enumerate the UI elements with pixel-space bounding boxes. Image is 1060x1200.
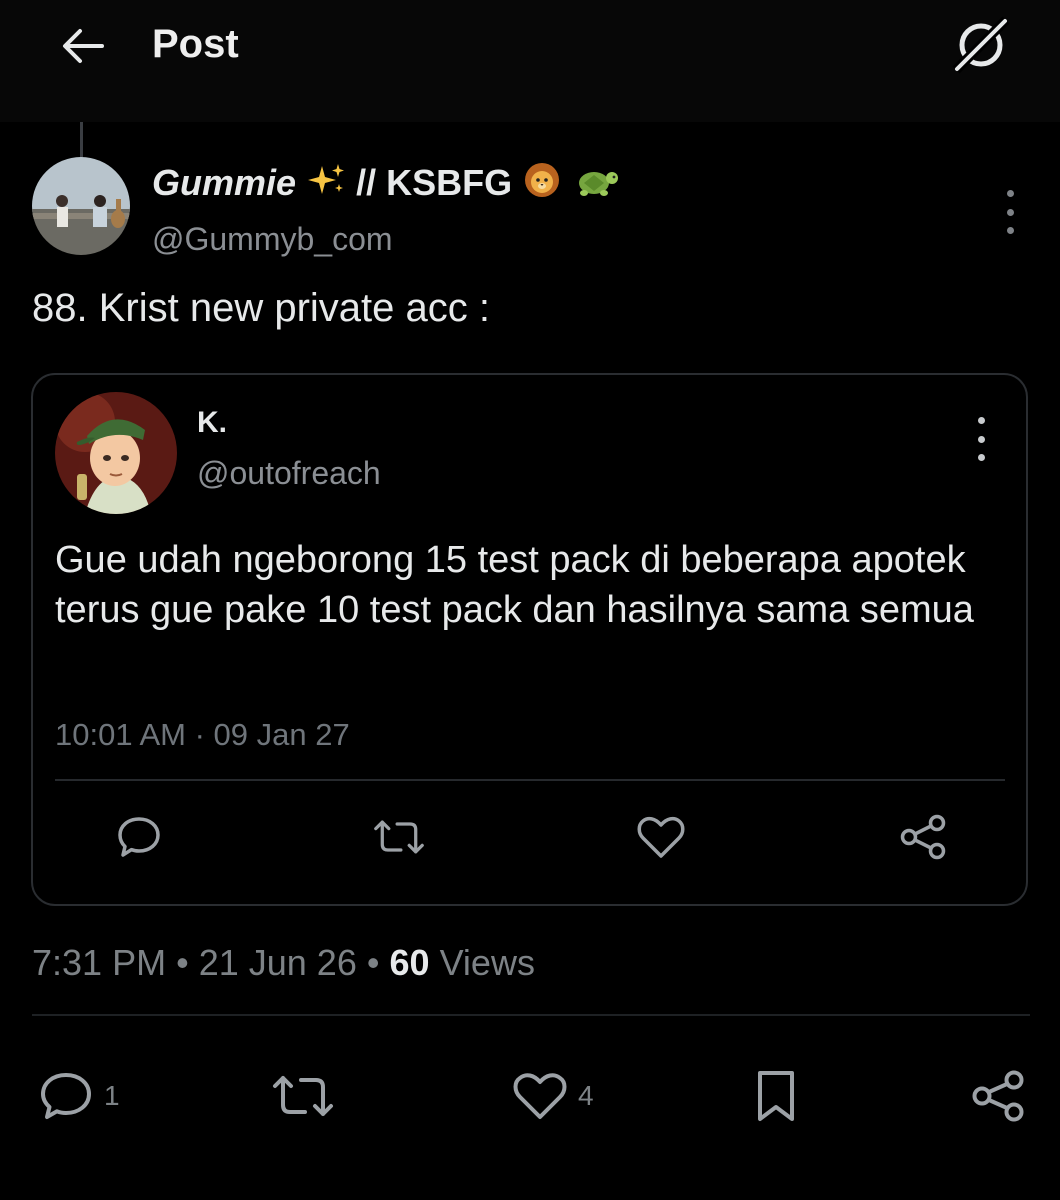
thread-connector-line [80, 122, 83, 158]
quoted-reply-button[interactable] [113, 811, 165, 863]
post-time: 7:31 PM [32, 942, 167, 983]
views-count[interactable]: 60 [390, 942, 430, 983]
avatar-photo [32, 157, 130, 255]
more-dot-icon [1006, 208, 1014, 216]
views-label: Views [439, 942, 535, 983]
repost-icon [273, 1076, 333, 1116]
grok-icon [952, 16, 1010, 74]
quoted-author-name[interactable]: K. [197, 405, 227, 441]
more-dot-icon [977, 435, 985, 443]
reply-button[interactable]: 1 [38, 1068, 120, 1124]
share-button[interactable] [970, 1068, 1026, 1124]
quoted-share-button[interactable] [897, 811, 949, 863]
meta-separator: • [366, 942, 380, 983]
page-title: Post [152, 22, 239, 66]
post-text: 88. Krist new private acc : [32, 286, 490, 330]
avatar[interactable] [32, 157, 130, 255]
grok-button[interactable] [948, 14, 1014, 76]
reply-count: 1 [104, 1080, 120, 1111]
more-dot-icon [977, 454, 985, 461]
quoted-timestamp: 10:01 AM · 09 Jan 27 [55, 717, 350, 752]
back-button[interactable] [56, 22, 108, 70]
quoted-repost-button[interactable] [373, 811, 425, 863]
bookmark-icon [758, 1071, 794, 1121]
quoted-avatar-photo [55, 392, 177, 514]
quoted-more-options-button[interactable] [969, 417, 993, 461]
author-handle[interactable]: @Gummyb_com [152, 218, 393, 260]
meta-separator: • [176, 942, 189, 983]
lion-face-icon [522, 161, 562, 210]
heart-icon [513, 1073, 567, 1119]
share-icon [972, 1070, 1024, 1122]
post-meta: 7:31 PM • 21 Jun 26 • 60 Views [32, 940, 535, 986]
like-button[interactable]: 4 [512, 1068, 594, 1124]
quoted-divider [55, 779, 1005, 781]
author-name-suffix: // KSBFG [356, 162, 513, 203]
more-dot-icon [977, 417, 985, 424]
quoted-post-card[interactable]: K. @outofreach Gue udah ngeborong 15 tes… [31, 373, 1028, 906]
like-count: 4 [578, 1080, 594, 1111]
more-dot-icon [1006, 190, 1014, 197]
quoted-avatar[interactable] [55, 392, 177, 514]
bookmark-button[interactable] [752, 1068, 800, 1124]
more-options-button[interactable] [998, 190, 1022, 234]
repost-button[interactable] [272, 1068, 334, 1124]
reply-icon [118, 817, 160, 857]
author-name[interactable]: Gummie // KSBFG [152, 160, 620, 210]
divider [32, 1014, 1030, 1016]
arrow-left-icon [63, 29, 104, 63]
top-bar: Post [0, 0, 1060, 122]
post-date: 21 Jun 26 [198, 942, 357, 983]
reply-icon [41, 1073, 91, 1119]
quoted-author-handle[interactable]: @outofreach [197, 453, 381, 493]
turtle-icon [572, 161, 620, 210]
share-icon [900, 814, 946, 860]
more-dot-icon [1006, 227, 1014, 234]
quoted-like-button[interactable] [635, 811, 687, 863]
author-display-name: Gummie [152, 162, 297, 203]
heart-icon [637, 816, 685, 858]
quoted-post-text: Gue udah ngeborong 15 test pack di beber… [55, 539, 974, 631]
repost-icon [374, 820, 424, 854]
sparkles-icon [306, 162, 346, 209]
